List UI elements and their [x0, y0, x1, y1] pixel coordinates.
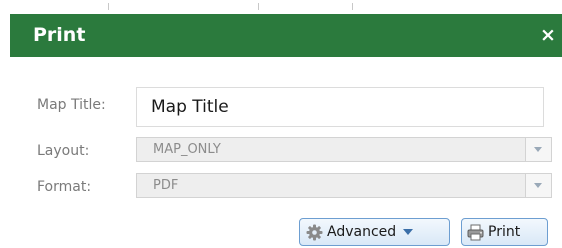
layout-dropdown-arrow[interactable]	[525, 138, 551, 161]
close-icon[interactable]: ×	[538, 14, 558, 57]
dialog-title: Print	[33, 24, 86, 46]
divider	[108, 3, 109, 10]
printer-icon	[467, 224, 484, 241]
layout-select[interactable]: MAP_ONLY	[136, 137, 552, 162]
print-button[interactable]: Print	[461, 218, 548, 246]
divider	[258, 3, 259, 10]
format-label: Format:	[37, 179, 92, 195]
gear-icon	[306, 224, 323, 241]
dialog-header: Print ×	[10, 14, 562, 57]
chevron-down-icon	[403, 229, 414, 235]
advanced-label: Advanced	[327, 224, 397, 240]
map-title-input[interactable]	[136, 87, 544, 127]
format-select[interactable]: PDF	[136, 173, 552, 198]
layout-value: MAP_ONLY	[153, 142, 221, 157]
layout-label: Layout:	[37, 143, 90, 159]
format-value: PDF	[153, 178, 179, 193]
chevron-down-icon	[534, 183, 542, 188]
map-title-label: Map Title:	[37, 97, 106, 113]
divider	[352, 3, 353, 10]
chevron-down-icon	[534, 147, 542, 152]
top-strip	[0, 0, 562, 14]
advanced-button[interactable]: Advanced	[299, 218, 450, 246]
format-dropdown-arrow[interactable]	[525, 174, 551, 197]
print-label: Print	[488, 224, 521, 240]
